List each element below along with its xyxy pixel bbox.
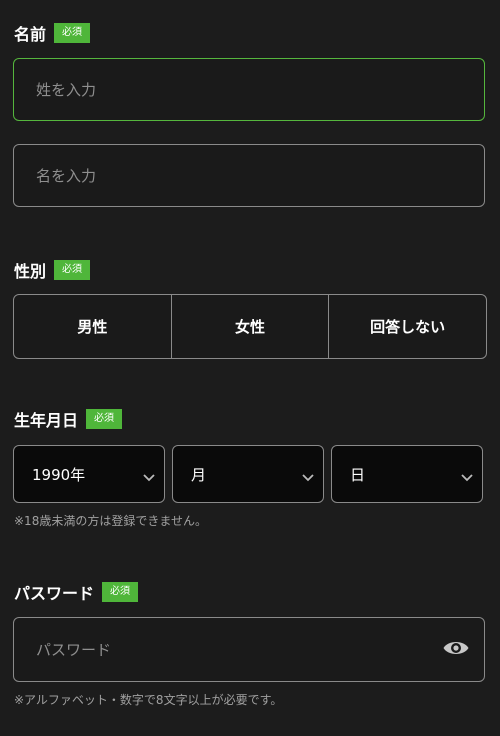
name-label-row: 名前 必須 <box>14 21 91 45</box>
birthday-required-badge: 必須 <box>86 409 123 429</box>
gender-option-male[interactable]: 男性 <box>14 295 172 358</box>
name-label: 名前 <box>14 25 47 44</box>
password-note: ※アルファベット・数字で8文字以上が必要です。 <box>14 693 283 707</box>
birthday-label: 生年月日 <box>14 411 79 430</box>
gender-option-no-answer[interactable]: 回答しない <box>329 295 486 358</box>
gender-label-row: 性別 必須 <box>14 258 91 282</box>
gender-label: 性別 <box>14 262 47 281</box>
first-name-placeholder: 名を入力 <box>36 167 97 185</box>
birth-month-value: 月 <box>191 465 207 484</box>
password-label-row: パスワード 必須 <box>14 580 139 604</box>
gender-required-badge: 必須 <box>54 260 91 280</box>
last-name-placeholder: 姓を入力 <box>36 81 97 99</box>
eye-icon[interactable] <box>442 637 470 659</box>
birthday-label-row: 生年月日 必須 <box>14 407 123 431</box>
last-name-input[interactable]: 姓を入力 <box>13 58 485 121</box>
password-required-badge: 必須 <box>102 582 139 602</box>
password-input[interactable]: パスワード <box>13 617 485 682</box>
birth-year-select[interactable]: 1990年 <box>13 445 165 503</box>
password-label: パスワード <box>14 584 95 603</box>
chevron-down-icon <box>461 474 473 482</box>
password-placeholder: パスワード <box>36 641 112 659</box>
chevron-down-icon <box>143 474 155 482</box>
gender-option-female[interactable]: 女性 <box>172 295 330 358</box>
chevron-down-icon <box>302 474 314 482</box>
birth-day-value: 日 <box>350 465 366 484</box>
name-required-badge: 必須 <box>54 23 91 43</box>
birthday-note: ※18歳未満の方は登録できません。 <box>14 514 207 528</box>
birth-day-select[interactable]: 日 <box>331 445 483 503</box>
first-name-input[interactable]: 名を入力 <box>13 144 485 207</box>
birth-year-value: 1990年 <box>32 465 86 484</box>
birth-month-select[interactable]: 月 <box>172 445 324 503</box>
gender-segmented-control: 男性 女性 回答しない <box>13 294 487 359</box>
